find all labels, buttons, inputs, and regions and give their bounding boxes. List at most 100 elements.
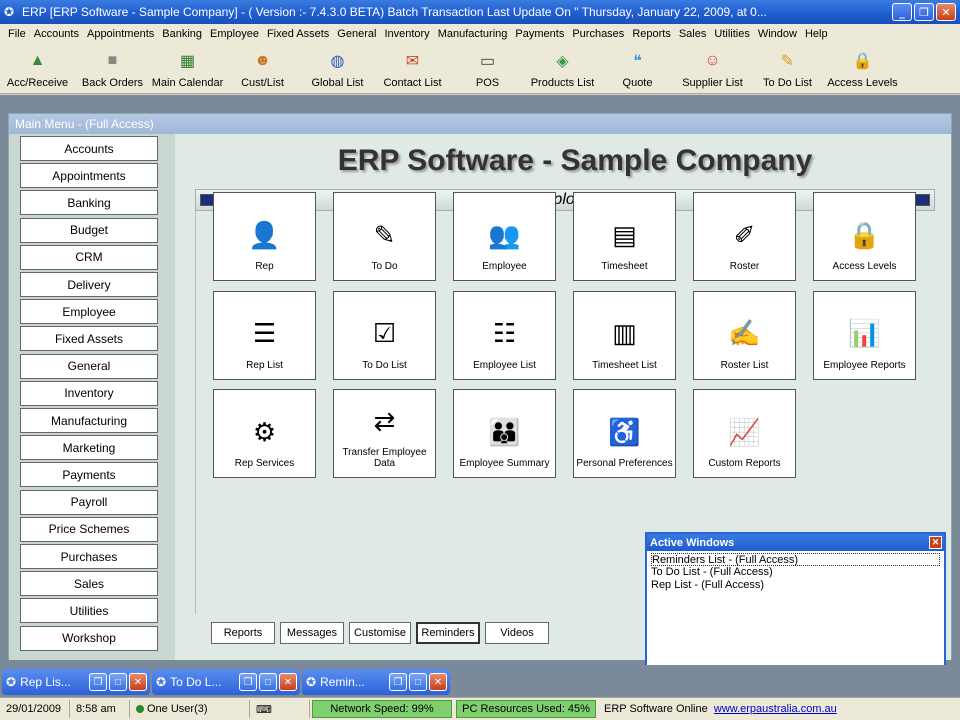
menu-item-accounts[interactable]: Accounts	[30, 28, 83, 40]
menu-item-sales[interactable]: Sales	[675, 28, 711, 40]
menu-item-banking[interactable]: Banking	[158, 28, 206, 40]
maximize-icon[interactable]: □	[409, 673, 427, 691]
toolbar-global-list-button[interactable]: ◍ Global List	[300, 44, 375, 89]
tile-employee-reports[interactable]: 📊 Employee Reports	[813, 290, 916, 380]
active-window-item[interactable]: Rep List - (Full Access)	[651, 579, 940, 592]
nav-inventory-button[interactable]: Inventory	[20, 380, 158, 406]
tab-reminders[interactable]: Reminders	[416, 622, 480, 644]
toolbar-supplier-list-button[interactable]: ☺ Supplier List	[675, 44, 750, 89]
active-windows-label: Active Windows	[650, 536, 735, 549]
chart-icon: ▲	[29, 52, 46, 69]
nav-price-schemes-button[interactable]: Price Schemes	[20, 516, 158, 542]
nav-marketing-button[interactable]: Marketing	[20, 435, 158, 461]
pos-icon: ▭	[479, 53, 496, 70]
restore-icon[interactable]: ❐	[89, 673, 107, 691]
tile-access-levels[interactable]: 🔒 Access Levels	[813, 192, 916, 281]
nav-utilities-button[interactable]: Utilities	[20, 598, 158, 624]
maximize-icon[interactable]: □	[109, 673, 127, 691]
nav-appointments-button[interactable]: Appointments	[20, 163, 158, 189]
tab-reports[interactable]: Reports	[211, 622, 275, 644]
minimized-window[interactable]: ✪ Rep Lis... ❐ □ ✕	[2, 669, 150, 695]
calendar-icon: ▦	[179, 53, 196, 70]
nav-crm-button[interactable]: CRM	[20, 244, 158, 270]
close-icon[interactable]: ✕	[429, 673, 447, 691]
nav-accounts-button[interactable]: Accounts	[20, 136, 158, 161]
tile-timesheet-list[interactable]: ▥ Timesheet List	[573, 290, 676, 380]
status-online: ERP Software Online www.erpaustralia.com…	[598, 700, 843, 718]
nav-employee-button[interactable]: Employee	[20, 299, 158, 325]
roster-list-icon: ✍	[728, 318, 761, 348]
nav-fixed-assets-button[interactable]: Fixed Assets	[20, 326, 158, 352]
tile-roster[interactable]: ✐ Roster	[693, 192, 796, 281]
menu-item-reports[interactable]: Reports	[628, 28, 675, 40]
nav-budget-button[interactable]: Budget	[20, 217, 158, 243]
website-link[interactable]: www.erpaustralia.com.au	[714, 703, 837, 715]
minimize-button[interactable]: _	[892, 3, 912, 21]
nav-manufacturing-button[interactable]: Manufacturing	[20, 408, 158, 433]
minimized-window[interactable]: ✪ Remin... ❐ □ ✕	[302, 669, 450, 695]
nav-payments-button[interactable]: Payments	[20, 462, 158, 488]
tile-rep[interactable]: 👤 Rep	[213, 192, 316, 281]
tile-rep-services[interactable]: ⚙ Rep Services	[213, 389, 316, 478]
menu-item-fixed-assets[interactable]: Fixed Assets	[263, 28, 333, 40]
contact-icon: ✉	[405, 53, 420, 70]
menu-item-general[interactable]: General	[333, 28, 380, 40]
toolbar-pos-button[interactable]: ▭ POS	[450, 44, 525, 89]
tab-customise[interactable]: Customise	[349, 622, 411, 644]
active-window-item[interactable]: To Do List - (Full Access)	[651, 566, 940, 579]
menu-item-payments[interactable]: Payments	[511, 28, 568, 40]
toolbar-contact-list-button[interactable]: ✉ Contact List	[375, 44, 450, 89]
toolbar-cust-list-button[interactable]: ☻ Cust/List	[225, 44, 300, 89]
toolbar-label: Global List	[311, 77, 364, 89]
tile-rep-list[interactable]: ☰ Rep List	[213, 290, 316, 380]
menu-item-purchases[interactable]: Purchases	[568, 28, 628, 40]
nav-banking-button[interactable]: Banking	[20, 190, 158, 216]
active-windows-title: Active Windows ✕	[647, 534, 944, 551]
tile-transfer-employee-data[interactable]: ⇄ Transfer Employee Data	[333, 389, 436, 478]
close-icon[interactable]: ✕	[129, 673, 147, 691]
tile-to-do[interactable]: ✎ To Do	[333, 192, 436, 281]
toolbar-access-levels-button[interactable]: 🔒 Access Levels	[825, 44, 900, 89]
tile-roster-list[interactable]: ✍ Roster List	[693, 290, 796, 380]
menu-item-manufacturing[interactable]: Manufacturing	[434, 28, 512, 40]
tile-to-do-list[interactable]: ☑ To Do List	[333, 290, 436, 380]
menu-item-employee[interactable]: Employee	[206, 28, 263, 40]
toolbar-acc-receive-button[interactable]: ▲ Acc/Receive	[0, 44, 75, 89]
nav-general-button[interactable]: General	[20, 353, 158, 379]
toolbar-products-list-button[interactable]: ◈ Products List	[525, 44, 600, 89]
supplier-icon: ☺	[704, 52, 721, 69]
close-icon[interactable]: ✕	[929, 536, 942, 549]
toolbar-label: Cust/List	[241, 77, 284, 89]
menu-item-file[interactable]: File	[4, 28, 30, 40]
toolbar-to-do-list-button[interactable]: ✎ To Do List	[750, 44, 825, 89]
tab-videos[interactable]: Videos	[485, 622, 549, 644]
toolbar-back-orders-button[interactable]: ■ Back Orders	[75, 44, 150, 89]
tile-custom-reports[interactable]: 📈 Custom Reports	[693, 389, 796, 478]
nav-purchases-button[interactable]: Purchases	[20, 544, 158, 569]
tile-timesheet[interactable]: ▤ Timesheet	[573, 192, 676, 281]
tile-employee-list[interactable]: ☷ Employee List	[453, 290, 556, 380]
nav-workshop-button[interactable]: Workshop	[20, 625, 158, 651]
nav-sales-button[interactable]: Sales	[20, 571, 158, 597]
tile-employee-summary[interactable]: 👪 Employee Summary	[453, 389, 556, 478]
restore-icon[interactable]: ❐	[389, 673, 407, 691]
toolbar-quote-button[interactable]: ❝ Quote	[600, 44, 675, 89]
active-window-item[interactable]: Reminders List - (Full Access)	[651, 553, 940, 566]
menu-item-utilities[interactable]: Utilities	[710, 28, 753, 40]
menu-item-help[interactable]: Help	[801, 28, 832, 40]
nav-payroll-button[interactable]: Payroll	[20, 489, 158, 515]
maximize-button[interactable]: ❐	[914, 3, 934, 21]
restore-icon[interactable]: ❐	[239, 673, 257, 691]
minimized-window[interactable]: ✪ To Do L... ❐ □ ✕	[152, 669, 300, 695]
tab-messages[interactable]: Messages	[280, 622, 344, 644]
menu-item-window[interactable]: Window	[754, 28, 801, 40]
close-icon[interactable]: ✕	[279, 673, 297, 691]
menu-item-inventory[interactable]: Inventory	[380, 28, 433, 40]
close-button[interactable]: ✕	[936, 3, 956, 21]
tile-employee[interactable]: 👥 Employee	[453, 192, 556, 281]
tile-personal-preferences[interactable]: ♿ Personal Preferences	[573, 389, 676, 478]
toolbar-main-calendar-button[interactable]: ▦ Main Calendar	[150, 44, 225, 89]
nav-delivery-button[interactable]: Delivery	[20, 272, 158, 297]
menu-item-appointments[interactable]: Appointments	[83, 28, 158, 40]
maximize-icon[interactable]: □	[259, 673, 277, 691]
